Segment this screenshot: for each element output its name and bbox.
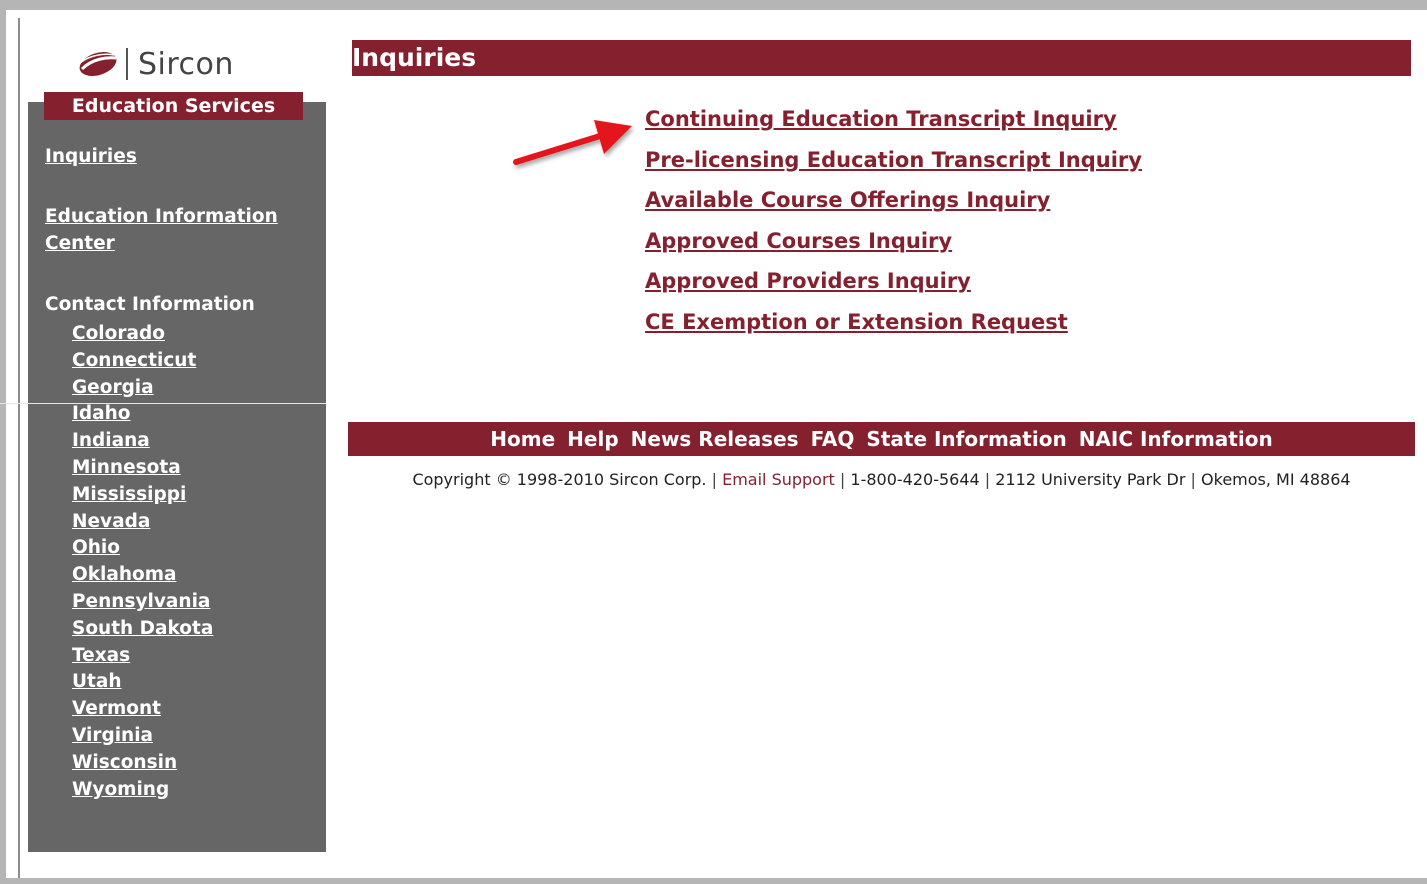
footer-link-home[interactable]: Home <box>490 427 555 451</box>
list-item: Oklahoma <box>72 562 213 589</box>
sidebar-link-education-information-center[interactable]: Education Information <box>45 206 278 227</box>
list-item: Ohio <box>72 535 213 562</box>
state-link-georgia[interactable]: Georgia <box>72 377 154 398</box>
list-item: Idaho <box>72 401 213 428</box>
footer-link-naic-information[interactable]: NAIC Information <box>1079 427 1273 451</box>
list-item: Approved Courses Inquiry <box>645 224 1142 265</box>
state-link-pennsylvania[interactable]: Pennsylvania <box>72 591 210 612</box>
list-item: Indiana <box>72 428 213 455</box>
state-link-connecticut[interactable]: Connecticut <box>72 350 196 371</box>
red-arrow-icon <box>513 120 632 165</box>
footer-nav: Home Help News Releases FAQ State Inform… <box>348 422 1415 456</box>
link-approved-providers-inquiry[interactable]: Approved Providers Inquiry <box>645 269 971 293</box>
state-link-vermont[interactable]: Vermont <box>72 698 161 719</box>
page-title: Inquiries <box>352 43 477 72</box>
list-item: Vermont <box>72 696 213 723</box>
link-continuing-education-transcript-inquiry[interactable]: Continuing Education Transcript Inquiry <box>645 107 1117 131</box>
link-pre-licensing-education-transcript-inquiry[interactable]: Pre-licensing Education Transcript Inqui… <box>645 148 1142 172</box>
copyright-text: Copyright © 1998-2010 Sircon Corp. <box>412 470 707 489</box>
list-item: Nevada <box>72 509 213 536</box>
city-state-zip: Okemos, MI 48864 <box>1201 470 1351 489</box>
list-item: Wisconsin <box>72 750 213 777</box>
state-link-utah[interactable]: Utah <box>72 671 122 692</box>
sidebar-link-education-information-center-line2[interactable]: Center <box>45 233 115 254</box>
state-link-minnesota[interactable]: Minnesota <box>72 457 181 478</box>
list-item: CE Exemption or Extension Request <box>645 305 1142 346</box>
list-item: Utah <box>72 669 213 696</box>
list-item: South Dakota <box>72 616 213 643</box>
footer-link-state-information[interactable]: State Information <box>866 427 1066 451</box>
state-link-oklahoma[interactable]: Oklahoma <box>72 564 177 585</box>
state-link-colorado[interactable]: Colorado <box>72 323 165 344</box>
state-link-idaho[interactable]: Idaho <box>72 403 131 424</box>
page-title-bar <box>352 40 1411 76</box>
state-link-indiana[interactable]: Indiana <box>72 430 150 451</box>
link-ce-exemption-or-extension-request[interactable]: CE Exemption or Extension Request <box>645 310 1068 334</box>
list-item: Approved Providers Inquiry <box>645 264 1142 305</box>
list-item: Minnesota <box>72 455 213 482</box>
state-link-ohio[interactable]: Ohio <box>72 537 120 558</box>
state-link-mississippi[interactable]: Mississippi <box>72 484 186 505</box>
sircon-swoosh-icon <box>79 52 117 76</box>
state-contact-list: Colorado Connecticut Georgia Idaho India… <box>72 321 213 803</box>
state-link-wisconsin[interactable]: Wisconsin <box>72 752 177 773</box>
sircon-logo: Sircon <box>76 44 234 84</box>
footer-link-help[interactable]: Help <box>567 427 618 451</box>
education-services-banner: Education Services <box>44 92 303 120</box>
state-link-virginia[interactable]: Virginia <box>72 725 153 746</box>
sidebar-link-inquiries[interactable]: Inquiries <box>45 146 137 167</box>
contact-information-label: Contact Information <box>45 294 255 315</box>
state-link-south-dakota[interactable]: South Dakota <box>72 618 213 639</box>
list-item: Wyoming <box>72 777 213 804</box>
separator: | <box>839 470 851 489</box>
separator: | <box>984 470 996 489</box>
logo-separator <box>126 48 128 80</box>
street-address: 2112 University Park Dr <box>995 470 1186 489</box>
list-item: Virginia <box>72 723 213 750</box>
footer-link-faq[interactable]: FAQ <box>811 427 855 451</box>
link-available-course-offerings-inquiry[interactable]: Available Course Offerings Inquiry <box>645 188 1050 212</box>
list-item: Pre-licensing Education Transcript Inqui… <box>645 143 1142 184</box>
list-item: Texas <box>72 643 213 670</box>
list-item: Available Course Offerings Inquiry <box>645 183 1142 224</box>
state-link-texas[interactable]: Texas <box>72 645 130 666</box>
separator: | <box>1190 470 1202 489</box>
phone-number: 1-800-420-5644 <box>850 470 980 489</box>
list-item: Colorado <box>72 321 213 348</box>
state-link-wyoming[interactable]: Wyoming <box>72 779 169 800</box>
list-item: Connecticut <box>72 348 213 375</box>
frame-rule <box>18 18 20 878</box>
list-item: Pennsylvania <box>72 589 213 616</box>
footer-link-news-releases[interactable]: News Releases <box>631 427 799 451</box>
list-item: Continuing Education Transcript Inquiry <box>645 102 1142 143</box>
separator: | <box>711 470 723 489</box>
link-approved-courses-inquiry[interactable]: Approved Courses Inquiry <box>645 229 952 253</box>
list-item: Mississippi <box>72 482 213 509</box>
list-item: Georgia <box>72 375 213 402</box>
inquiry-links: Continuing Education Transcript Inquiry … <box>645 102 1142 346</box>
logo-text: Sircon <box>138 46 234 82</box>
state-link-nevada[interactable]: Nevada <box>72 511 150 532</box>
email-support-link[interactable]: Email Support <box>722 470 835 489</box>
copyright-line: Copyright © 1998-2010 Sircon Corp. | Ema… <box>348 470 1415 489</box>
